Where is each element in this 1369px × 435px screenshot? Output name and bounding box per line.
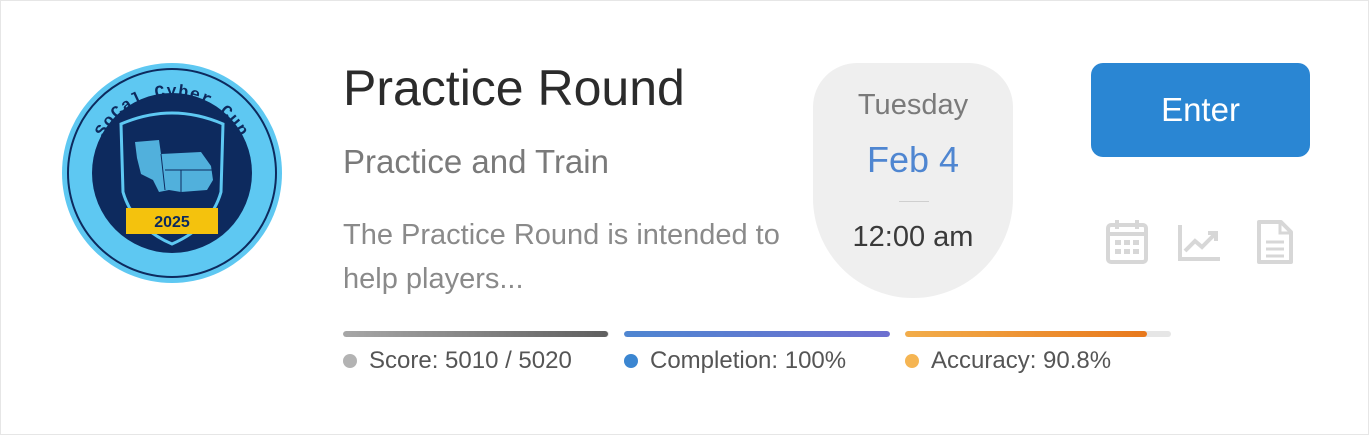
completion-dot xyxy=(624,354,638,368)
completion-progress-bar xyxy=(624,331,890,337)
accuracy-legend: Accuracy: 90.8% xyxy=(905,347,1111,375)
round-subtitle: Practice and Train xyxy=(343,143,609,180)
completion-label: Completion: 100% xyxy=(650,347,847,374)
schedule-box: Tuesday Feb 4 12:00 am xyxy=(813,63,1013,298)
chart-icon[interactable] xyxy=(1177,219,1221,265)
completion-legend: Completion: 100% xyxy=(624,347,846,375)
completion-progress-fill xyxy=(624,331,890,337)
score-legend: Score: 5010 / 5020 xyxy=(343,347,572,375)
accuracy-progress-fill xyxy=(905,331,1147,337)
accuracy-label: Accuracy: 90.8% xyxy=(931,347,1112,374)
round-description: The Practice Round is intended to help p… xyxy=(343,219,780,295)
schedule-weekday: Tuesday xyxy=(857,89,969,121)
calendar-icon[interactable] xyxy=(1105,219,1149,265)
accuracy-dot xyxy=(905,354,919,368)
round-title: Practice Round xyxy=(343,60,685,116)
score-dot xyxy=(343,354,357,368)
round-card: SoCal Cyber Cup Challenge 2025 Practice … xyxy=(0,0,1369,435)
accuracy-progress-bar xyxy=(905,331,1171,337)
score-progress-fill xyxy=(343,331,609,337)
schedule-date: Feb 4 xyxy=(866,139,960,180)
score-label: Score: 5010 / 5020 xyxy=(369,347,572,374)
badge-year: 2025 xyxy=(154,214,190,231)
enter-button[interactable]: Enter xyxy=(1091,63,1310,157)
score-progress-bar xyxy=(343,331,609,337)
document-icon[interactable] xyxy=(1253,219,1297,265)
socal-cyber-cup-logo: SoCal Cyber Cup Challenge 2025 xyxy=(61,62,283,284)
schedule-divider xyxy=(899,201,929,202)
schedule-time: 12:00 am xyxy=(852,221,974,253)
